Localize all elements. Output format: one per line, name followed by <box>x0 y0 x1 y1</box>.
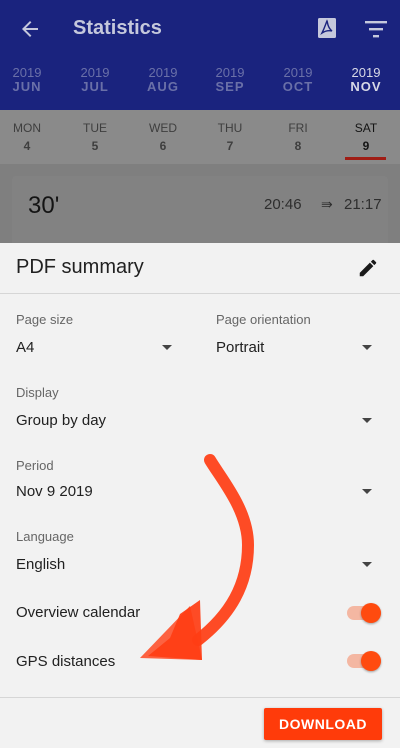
language-label: Language <box>16 529 74 544</box>
month-item-selected[interactable]: 2019 NOV <box>333 66 399 94</box>
day-item[interactable]: FRI 8 <box>265 120 331 154</box>
chevron-down-icon <box>362 562 372 567</box>
month-item[interactable]: 2019 OCT <box>265 66 331 94</box>
arrow-back-icon[interactable] <box>18 17 42 41</box>
chevron-down-icon <box>162 345 172 350</box>
day-item[interactable]: TUE 5 <box>62 120 128 154</box>
display-value: Group by day <box>16 412 107 429</box>
month-item[interactable]: 2019 JUN <box>0 66 60 94</box>
page-size-label: Page size <box>16 312 74 327</box>
display-dropdown[interactable]: Group by day <box>16 410 376 432</box>
page-orientation-dropdown[interactable]: Portrait <box>216 337 376 359</box>
chevron-down-icon <box>362 418 372 423</box>
download-button[interactable]: DOWNLOAD <box>264 708 382 740</box>
chevron-down-icon <box>362 489 372 494</box>
divider <box>0 697 400 698</box>
toggle-thumb <box>361 603 381 623</box>
page-orientation-value: Portrait <box>216 339 265 356</box>
period-value: Nov 9 2019 <box>16 483 93 500</box>
day-item[interactable]: MON 4 <box>0 120 60 154</box>
edit-icon[interactable] <box>357 257 379 279</box>
page-size-value: A4 <box>16 339 35 356</box>
day-selector: MON 4 TUE 5 WED 6 THU 7 FRI 8 SAT 9 <box>0 110 400 164</box>
day-item[interactable]: THU 7 <box>197 120 263 154</box>
gps-distances-toggle[interactable] <box>347 651 381 671</box>
pdf-icon[interactable] <box>316 17 338 39</box>
page-orientation-label: Page orientation <box>216 312 311 327</box>
period-label: Period <box>16 458 54 473</box>
chevron-down-icon <box>362 345 372 350</box>
period-dropdown[interactable]: Nov 9 2019 <box>16 481 376 503</box>
filter-icon[interactable] <box>365 19 387 39</box>
overview-calendar-toggle[interactable] <box>347 603 381 623</box>
page-title: Statistics <box>73 17 162 39</box>
sheet-title: PDF summary <box>16 256 144 278</box>
month-selector: 2019 JUN 2019 JUL 2019 AUG 2019 SEP 2019 OCT … <box>0 58 400 110</box>
session-end-time: 21:17 <box>344 196 382 213</box>
divider <box>0 293 400 294</box>
toggle-thumb <box>361 651 381 671</box>
language-value: English <box>16 556 66 573</box>
session-start-time: 20:46 <box>264 196 302 213</box>
language-dropdown[interactable]: English <box>16 554 376 576</box>
month-item[interactable]: 2019 SEP <box>197 66 263 94</box>
month-item[interactable]: 2019 AUG <box>130 66 196 94</box>
day-item-selected[interactable]: SAT 9 <box>333 120 399 154</box>
selected-day-indicator <box>345 157 386 160</box>
month-item[interactable]: 2019 JUL <box>62 66 128 94</box>
pdf-summary-sheet: PDF summary Page size A4 Page orientatio… <box>0 243 400 748</box>
display-label: Display <box>16 385 59 400</box>
day-item[interactable]: WED 6 <box>130 120 196 154</box>
overview-calendar-label: Overview calendar <box>16 604 141 621</box>
page-size-dropdown[interactable]: A4 <box>16 337 176 359</box>
gps-distances-label: GPS distances <box>16 653 116 670</box>
session-duration: 30' <box>28 192 60 219</box>
app-bar: Statistics <box>0 0 400 58</box>
time-arrow-icon: ⇛ <box>321 196 333 212</box>
